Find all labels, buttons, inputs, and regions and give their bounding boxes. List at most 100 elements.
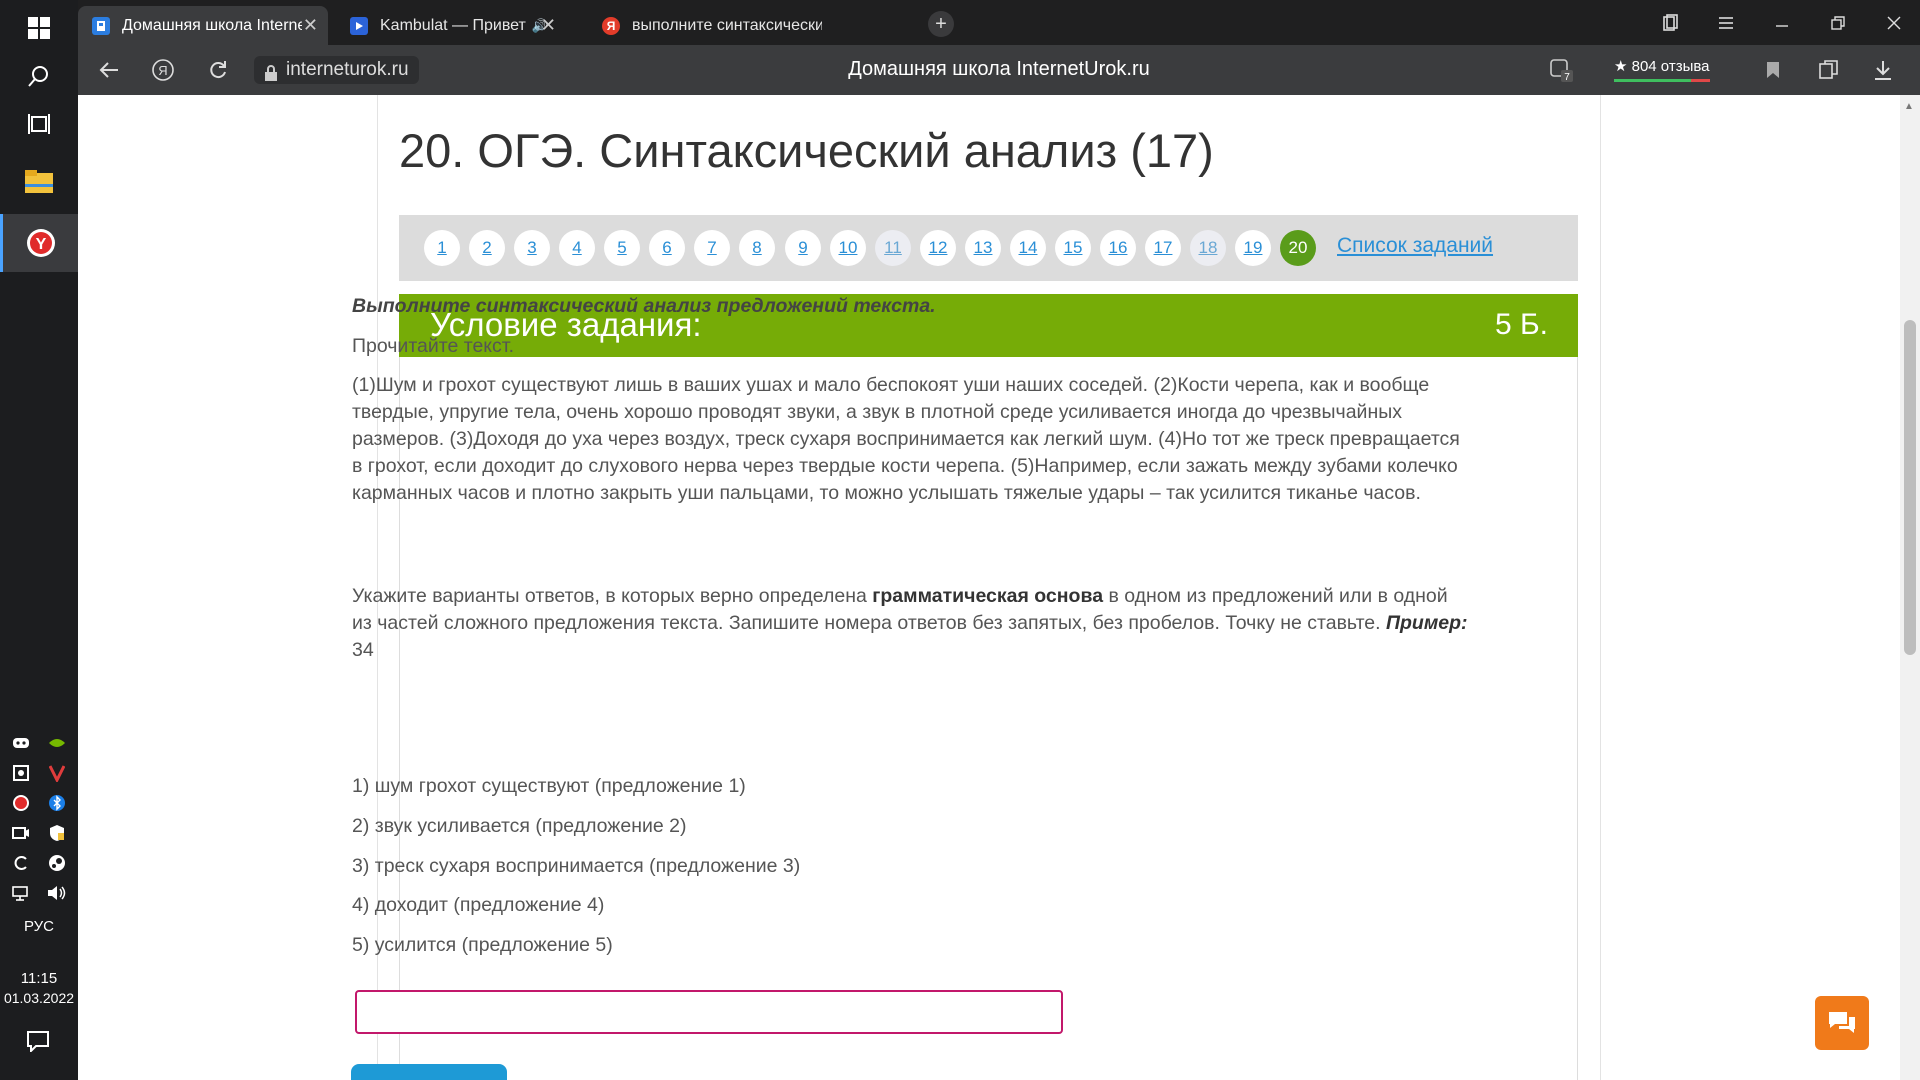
page-scrollbar[interactable]: ▲	[1900, 95, 1920, 1080]
steam-icon[interactable]	[46, 852, 68, 874]
url-text: interneturok.ru	[286, 59, 409, 80]
task-link-14[interactable]: 14	[1010, 230, 1046, 266]
network-icon[interactable]	[10, 882, 32, 904]
close-icon[interactable]: ✕	[541, 15, 556, 36]
task-view-icon[interactable]	[0, 96, 78, 152]
example-label: Пример:	[1385, 612, 1468, 634]
tab-internetUrok[interactable]: Домашняя школа InternetUrok ✕	[78, 6, 328, 45]
answer-option-5: 5) усилится (предложение 5)	[352, 934, 613, 956]
task-link-4[interactable]: 4	[559, 230, 595, 266]
task-link-5[interactable]: 5	[604, 230, 640, 266]
read-prompt: Прочитайте текст.	[352, 335, 514, 357]
tab-kambulat[interactable]: Kambulat — Привет 🔊 ✕	[336, 6, 566, 45]
download-icon[interactable]	[1870, 57, 1896, 83]
task-link-9[interactable]: 9	[785, 230, 821, 266]
close-window-icon[interactable]	[1866, 0, 1920, 45]
svg-text:Я: Я	[158, 63, 167, 78]
example-value: 34	[352, 639, 374, 661]
task-link-15[interactable]: 15	[1055, 230, 1091, 266]
discord-icon[interactable]	[10, 732, 32, 754]
tab-title: Kambulat — Привет	[380, 16, 526, 34]
points-badge: 5 Б.	[1494, 308, 1548, 341]
close-icon[interactable]: ✕	[303, 15, 318, 36]
windows-taskbar: Y РУС 11:15 01.03.2022	[0, 0, 78, 1080]
volume-icon[interactable]	[46, 882, 68, 904]
yandex-icon: Я	[602, 16, 620, 35]
task-list-link[interactable]: Список заданий	[1337, 234, 1493, 258]
task-link-17[interactable]: 17	[1145, 230, 1181, 266]
file-explorer-icon[interactable]	[0, 154, 78, 210]
answer-option-1: 1) шум грохот существуют (предложение 1)	[352, 775, 746, 797]
protect-badge: 7	[1564, 72, 1570, 83]
meet-now-icon[interactable]	[10, 822, 32, 844]
task-link-7[interactable]: 7	[694, 230, 730, 266]
task-link-2[interactable]: 2	[469, 230, 505, 266]
svg-text:Y: Y	[35, 236, 46, 253]
security-icon[interactable]	[46, 822, 68, 844]
input-language[interactable]: РУС	[0, 918, 78, 935]
chat-icon	[1829, 1012, 1855, 1033]
task-link-12[interactable]: 12	[920, 230, 956, 266]
collections-icon[interactable]	[1816, 57, 1842, 83]
answer-input[interactable]	[355, 990, 1063, 1034]
bluetooth-icon[interactable]	[46, 792, 68, 814]
notifications-icon[interactable]	[26, 1030, 50, 1057]
reviews-badge[interactable]: ★ 804 отзыва	[1614, 57, 1710, 82]
protect-icon[interactable]: 7	[1548, 57, 1574, 83]
lock-icon	[264, 62, 278, 90]
task-link-1[interactable]: 1	[424, 230, 460, 266]
nvidia-icon[interactable]	[46, 732, 68, 754]
browser-address-bar: Я interneturok.ru Домашняя школа Interne…	[78, 45, 1920, 95]
bookmarks-icon[interactable]	[1642, 0, 1698, 45]
browser-tab-bar: Домашняя школа InternetUrok ✕ Kambulat —…	[78, 0, 1920, 45]
menu-icon[interactable]	[1698, 0, 1754, 45]
bookmark-icon[interactable]	[1760, 57, 1786, 83]
tray-row-6	[10, 880, 68, 906]
task-link-18[interactable]: 18	[1190, 230, 1226, 266]
text-passage: (1)Шум и грохот существуют лишь в ваших …	[352, 374, 1460, 504]
tray-row-2	[10, 760, 68, 786]
tab-title: выполните синтаксический	[632, 16, 822, 34]
task-link-11[interactable]: 11	[875, 230, 911, 266]
url-field[interactable]: interneturok.ru	[254, 56, 419, 84]
play-icon	[350, 16, 368, 35]
tray-row-5	[10, 850, 68, 876]
task-link-3[interactable]: 3	[514, 230, 550, 266]
yandex-tray-icon[interactable]	[10, 792, 32, 814]
screenshot-icon[interactable]	[10, 762, 32, 784]
tab-title: Домашняя школа InternetUrok	[122, 16, 302, 34]
restore-icon[interactable]	[1810, 0, 1866, 45]
tray-row-3	[10, 790, 68, 816]
internetUrok-icon	[92, 16, 110, 35]
question-part-1: Укажите варианты ответов, в которых верн…	[352, 585, 873, 607]
yandex-browser-icon[interactable]: Y	[0, 214, 78, 272]
answer-option-3: 3) треск сухаря воспринимается (предложе…	[352, 855, 801, 877]
question-bold-term: грамматическая основа	[872, 585, 1104, 607]
clock-time[interactable]: 11:15	[0, 968, 78, 990]
task-instruction: Выполните синтаксический анализ предложе…	[352, 295, 936, 317]
clock-date[interactable]: 01.03.2022	[0, 990, 78, 1006]
back-icon[interactable]	[94, 55, 124, 85]
minimize-icon[interactable]	[1754, 0, 1810, 45]
task-link-8[interactable]: 8	[739, 230, 775, 266]
yandex-home-icon[interactable]: Я	[148, 55, 178, 85]
task-link-13[interactable]: 13	[965, 230, 1001, 266]
lesson-title: 20. ОГЭ. Синтаксический анализ (17)	[399, 124, 1214, 177]
chat-button[interactable]	[1815, 996, 1869, 1050]
tab-yandex-search[interactable]: Я выполните синтаксический	[588, 6, 838, 45]
task-link-10[interactable]: 10	[830, 230, 866, 266]
task-link-16[interactable]: 16	[1100, 230, 1136, 266]
answer-option-4: 4) доходит (предложение 4)	[352, 894, 605, 916]
scroll-up-icon[interactable]: ▲	[1904, 101, 1914, 112]
tray-row-1	[10, 730, 68, 756]
sync-icon[interactable]	[10, 852, 32, 874]
task-link-6[interactable]: 6	[649, 230, 685, 266]
task-link-19[interactable]: 19	[1235, 230, 1271, 266]
reload-icon[interactable]	[203, 55, 233, 85]
task-link-20-current[interactable]: 20	[1280, 230, 1316, 266]
task-navigation: 1 2 3 4 5 6 7 8 9 10 11 12 13 14 15 16 1…	[399, 215, 1578, 281]
scroll-thumb[interactable]	[1904, 320, 1916, 655]
new-tab-button[interactable]: +	[928, 11, 954, 37]
vivaldi-icon[interactable]	[46, 762, 68, 784]
submit-button[interactable]	[351, 1064, 507, 1080]
